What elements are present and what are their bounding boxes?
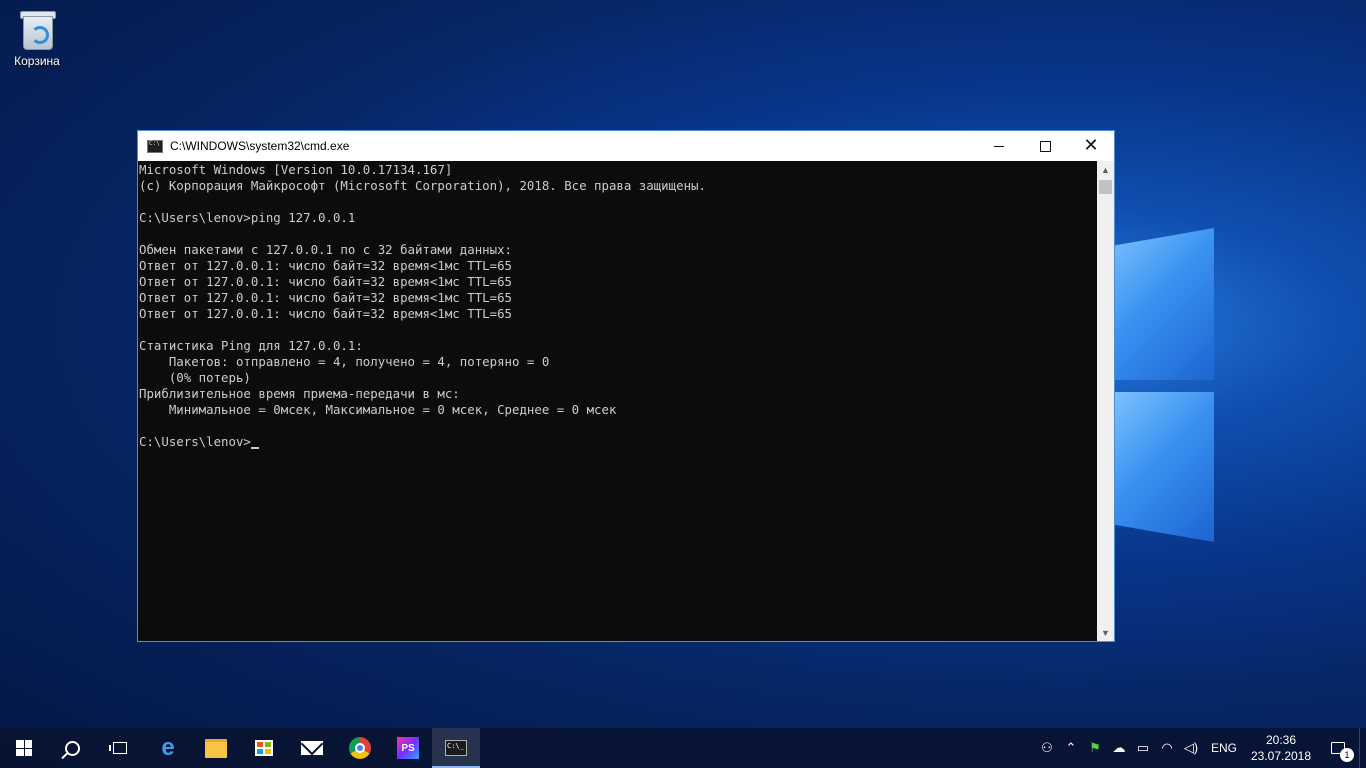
windows-start-icon <box>16 740 32 756</box>
tray-flag-button[interactable]: ⚑ <box>1083 728 1107 768</box>
console-line: C:\Users\lenov>ping 127.0.0.1 <box>139 210 356 225</box>
task-view-icon <box>109 742 127 754</box>
cloud-icon: ☁ <box>1112 740 1126 755</box>
language-indicator[interactable]: ENG <box>1203 741 1245 755</box>
console-line: Microsoft Windows [Version 10.0.17134.16… <box>139 162 453 177</box>
folder-icon <box>205 738 227 758</box>
battery-button[interactable]: ▭ <box>1131 728 1155 768</box>
taskbar-edge[interactable]: e <box>144 728 192 768</box>
cmd-window: C:\WINDOWS\system32\cmd.exe ✕ Microsoft … <box>137 130 1115 642</box>
task-view-button[interactable] <box>96 728 144 768</box>
prompt-line[interactable]: C:\Users\lenov> <box>139 434 1097 450</box>
notification-badge: 1 <box>1340 748 1354 762</box>
cmd-icon: C:\_ <box>445 740 467 756</box>
console-line: Ответ от 127.0.0.1: число байт=32 время<… <box>139 258 512 273</box>
console-line: Ответ от 127.0.0.1: число байт=32 время<… <box>139 290 512 305</box>
taskbar: e PS C:\_ ⚇ ⌃ ⚑ ☁ ▭ ◠ ◁) ENG 20:36 23.07… <box>0 728 1366 768</box>
scroll-down-button[interactable]: ▼ <box>1097 624 1114 641</box>
network-button[interactable]: ◠ <box>1155 728 1179 768</box>
clock[interactable]: 20:36 23.07.2018 <box>1245 732 1317 764</box>
maximize-icon <box>1039 140 1051 152</box>
console-line: (c) Корпорация Майкрософт (Microsoft Cor… <box>139 178 706 193</box>
speaker-icon: ◁) <box>1183 740 1199 755</box>
scroll-up-button[interactable]: ▲ <box>1097 161 1114 178</box>
phpstorm-icon: PS <box>397 737 419 759</box>
search-icon <box>64 740 80 756</box>
windows-desktop-logo <box>1100 170 1340 570</box>
clock-time: 20:36 <box>1265 733 1297 747</box>
chevron-down-icon: ▼ <box>1101 627 1110 638</box>
cmd-app-icon[interactable] <box>147 139 163 153</box>
maximize-button[interactable] <box>1022 131 1068 161</box>
console-line: Обмен пакетами с 127.0.0.1 по с 32 байта… <box>139 242 512 257</box>
text-cursor <box>250 447 259 449</box>
recycle-bin-label: Корзина <box>14 54 60 68</box>
vertical-scrollbar[interactable]: ▲ ▼ <box>1097 161 1114 641</box>
chevron-up-icon: ⌃ <box>1065 740 1077 755</box>
console-line: Минимальное = 0мсек, Максимальное = 0 мс… <box>139 402 617 417</box>
people-icon: ⚇ <box>1041 740 1053 755</box>
green-flag-icon: ⚑ <box>1089 740 1101 755</box>
close-button[interactable]: ✕ <box>1068 131 1114 161</box>
taskbar-chrome[interactable] <box>336 728 384 768</box>
start-button[interactable] <box>0 728 48 768</box>
onedrive-button[interactable]: ☁ <box>1107 728 1131 768</box>
show-hidden-icons-button[interactable]: ⌃ <box>1059 728 1083 768</box>
minimize-icon <box>994 145 1004 147</box>
console-line: Ответ от 127.0.0.1: число байт=32 время<… <box>139 306 512 321</box>
store-icon <box>255 740 273 756</box>
chrome-icon <box>349 737 371 759</box>
console-line: (0% потерь) <box>139 370 251 385</box>
battery-icon: ▭ <box>1136 740 1150 755</box>
console-line: Ответ от 127.0.0.1: число байт=32 время<… <box>139 274 512 289</box>
scrollbar-thumb[interactable] <box>1099 180 1112 194</box>
console-output[interactable]: Microsoft Windows [Version 10.0.17134.16… <box>138 161 1097 641</box>
clock-date: 23.07.2018 <box>1250 749 1312 763</box>
recycle-bin-desktop-icon[interactable]: Корзина <box>6 6 68 68</box>
taskbar-cmd[interactable]: C:\_ <box>432 728 480 768</box>
console-line: Пакетов: отправлено = 4, получено = 4, п… <box>139 354 550 369</box>
console-line: Приблизительное время приема-передачи в … <box>139 386 460 401</box>
console-line: Статистика Ping для 127.0.0.1: <box>139 338 363 353</box>
window-title: C:\WINDOWS\system32\cmd.exe <box>170 139 350 153</box>
taskbar-mail[interactable] <box>288 728 336 768</box>
prompt-text: C:\Users\lenov> <box>139 434 251 449</box>
taskbar-store[interactable] <box>240 728 288 768</box>
mail-icon <box>301 741 323 755</box>
title-bar[interactable]: C:\WINDOWS\system32\cmd.exe ✕ <box>138 131 1114 161</box>
volume-button[interactable]: ◁) <box>1179 728 1203 768</box>
search-button[interactable] <box>48 728 96 768</box>
wifi-icon: ◠ <box>1161 740 1173 755</box>
action-center-button[interactable]: 1 <box>1317 728 1359 768</box>
show-desktop-button[interactable] <box>1359 728 1366 768</box>
people-button[interactable]: ⚇ <box>1035 728 1059 768</box>
taskbar-phpstorm[interactable]: PS <box>384 728 432 768</box>
system-tray: ⚇ ⌃ ⚑ ☁ ▭ ◠ ◁) ENG 20:36 23.07.2018 1 <box>1035 728 1366 768</box>
minimize-button[interactable] <box>976 131 1022 161</box>
taskbar-file-explorer[interactable] <box>192 728 240 768</box>
close-icon: ✕ <box>1083 135 1099 156</box>
chevron-up-icon: ▲ <box>1101 164 1110 175</box>
edge-browser-icon: e <box>161 734 175 761</box>
recycle-bin-icon <box>20 8 56 50</box>
